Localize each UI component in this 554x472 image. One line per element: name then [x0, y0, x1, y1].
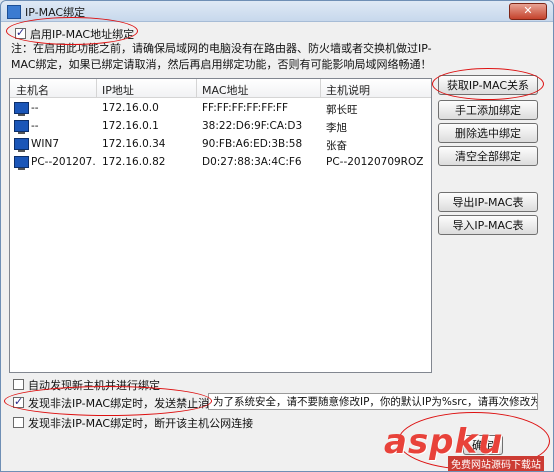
watermark-subtext: 免费网站源码下载站 — [448, 456, 544, 471]
warning-note: 注：在启用此功能之前，请确保局域网的电脑没有在路由器、防火墙或者交换机做过IP-… — [11, 42, 432, 71]
table-row[interactable]: PC--201207... 172.16.0.82 D0:27:88:3A:4C… — [10, 154, 431, 171]
col-mac[interactable]: MAC地址 — [202, 82, 249, 98]
disconnect-label: 发现非法IP-MAC绑定时，断开该主机公网连接 — [28, 417, 254, 430]
cell-mac: 90:FB:A6:ED:3B:58 — [202, 138, 303, 150]
cell-desc: 李旭 — [326, 122, 347, 134]
import-button[interactable]: 导入IP-MAC表 — [438, 215, 538, 235]
clear-all-button[interactable]: 清空全部绑定 — [438, 146, 538, 166]
col-host[interactable]: 主机名 — [16, 82, 49, 98]
cell-desc: 张奋 — [326, 140, 347, 152]
enable-binding-label: 启用IP-MAC地址绑定 — [30, 28, 135, 41]
col-desc[interactable]: 主机说明 — [326, 82, 370, 98]
computer-icon — [14, 102, 29, 116]
auto-bind-label: 自动发现新主机并进行绑定 — [28, 379, 160, 392]
computer-icon — [14, 156, 29, 170]
cell-mac: FF:FF:FF:FF:FF:FF — [202, 102, 289, 114]
col-ip[interactable]: IP地址 — [102, 82, 134, 98]
computer-icon — [14, 138, 29, 152]
cell-host: -- — [31, 102, 39, 114]
cell-mac: D0:27:88:3A:4C:F6 — [202, 156, 302, 168]
auto-bind-checkbox[interactable] — [13, 379, 24, 390]
cell-host: WIN7 — [31, 138, 60, 150]
cell-desc: PC--20120709ROZ — [326, 156, 424, 168]
cell-ip: 172.16.0.82 — [102, 156, 166, 168]
watermark-logo: aspku 免费网站源码下载站 — [378, 420, 550, 472]
cell-ip: 172.16.0.0 — [102, 102, 159, 114]
close-button[interactable]: ✕ — [509, 3, 547, 20]
send-message-label: 发现非法IP-MAC绑定时，发送禁止消息 — [28, 397, 221, 410]
app-icon — [7, 5, 21, 19]
ip-mac-dialog: IP-MAC绑定 ✕ 启用IP-MAC地址绑定 注：在启用此功能之前，请确保局域… — [0, 0, 554, 472]
block-message-input[interactable]: 为了系统安全，请不要随意修改IP，你的默认IP为%src，请再次修改为默 — [208, 393, 538, 410]
window-title: IP-MAC绑定 — [25, 6, 86, 19]
col-divider[interactable] — [196, 79, 197, 97]
cell-desc: 郭长旺 — [326, 104, 358, 116]
enable-binding-checkbox[interactable] — [15, 26, 26, 39]
delete-selected-button[interactable]: 删除选中绑定 — [438, 123, 538, 143]
cell-mac: 38:22:D6:9F:CA:D3 — [202, 120, 303, 132]
binding-list[interactable]: 主机名 IP地址 MAC地址 主机说明 -- 172.16.0.0 FF:FF:… — [9, 78, 432, 373]
list-header: 主机名 IP地址 MAC地址 主机说明 — [10, 79, 431, 98]
cell-host: -- — [31, 120, 39, 132]
export-button[interactable]: 导出IP-MAC表 — [438, 192, 538, 212]
table-row[interactable]: -- 172.16.0.1 38:22:D6:9F:CA:D3 李旭 — [10, 118, 431, 135]
col-divider[interactable] — [320, 79, 321, 97]
send-message-checkbox[interactable] — [13, 395, 24, 408]
manual-add-button[interactable]: 手工添加绑定 — [438, 100, 538, 120]
cell-ip: 172.16.0.34 — [102, 138, 166, 150]
cell-host: PC--201207... — [31, 156, 95, 168]
table-row[interactable]: WIN7 172.16.0.34 90:FB:A6:ED:3B:58 张奋 — [10, 136, 431, 153]
col-divider[interactable] — [96, 79, 97, 97]
get-ip-mac-button[interactable]: 获取IP-MAC关系 — [438, 75, 538, 95]
cell-ip: 172.16.0.1 — [102, 120, 159, 132]
table-row[interactable]: -- 172.16.0.0 FF:FF:FF:FF:FF:FF 郭长旺 — [10, 100, 431, 117]
title-bar[interactable]: IP-MAC绑定 ✕ — [1, 1, 553, 22]
computer-icon — [14, 120, 29, 134]
disconnect-checkbox[interactable] — [13, 417, 24, 428]
